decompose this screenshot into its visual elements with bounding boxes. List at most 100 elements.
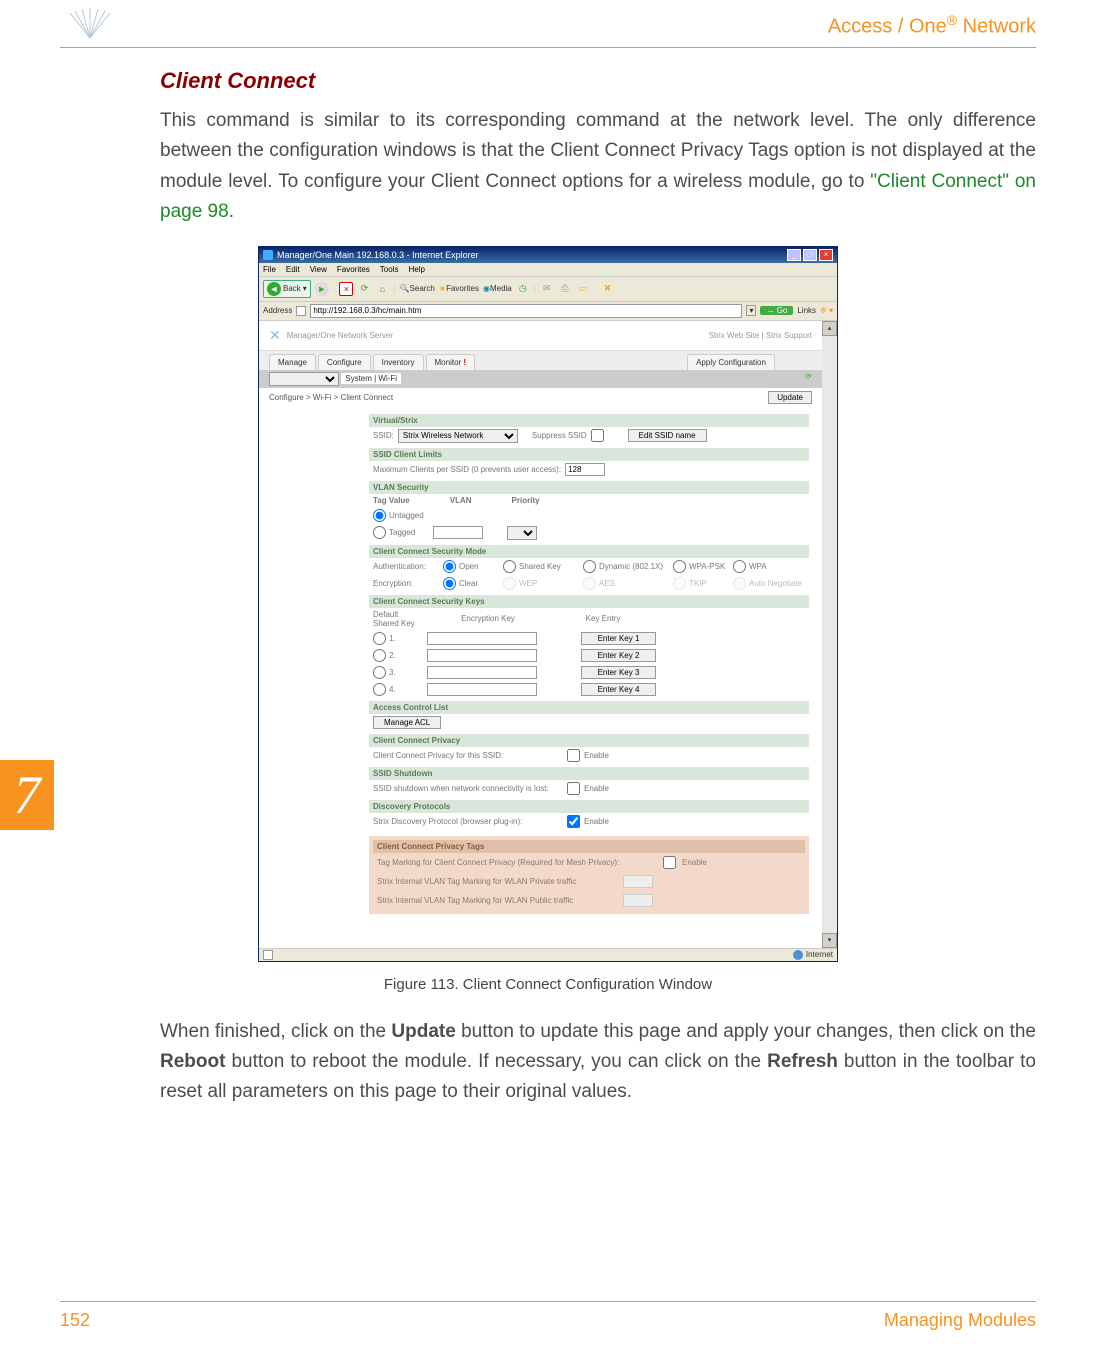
manage-acl-button[interactable]: Manage ACL bbox=[373, 716, 441, 729]
forward-button[interactable]: ► bbox=[315, 282, 329, 296]
chapter-tab-marker: 7 bbox=[0, 760, 54, 830]
footer-section-name: Managing Modules bbox=[884, 1310, 1036, 1331]
security-keys-header: Client Connect Security Keys bbox=[369, 595, 809, 608]
cc-privacy-header: Client Connect Privacy bbox=[369, 734, 809, 747]
search-button[interactable]: 🔍Search bbox=[400, 284, 435, 293]
vlan-tagged-radio[interactable] bbox=[373, 526, 386, 539]
favorites-button[interactable]: ★Favorites bbox=[439, 284, 479, 293]
vlan-untagged-radio[interactable] bbox=[373, 509, 386, 522]
figure-caption: Figure 113. Client Connect Configuration… bbox=[60, 976, 1036, 993]
key3-radio[interactable] bbox=[373, 666, 386, 679]
key2-input[interactable] bbox=[427, 649, 537, 662]
menu-view[interactable]: View bbox=[310, 265, 327, 274]
stop-button[interactable]: × bbox=[339, 282, 353, 296]
body-paragraph-1: This command is similar to its correspon… bbox=[160, 106, 1036, 228]
enc-clear-radio[interactable] bbox=[443, 577, 456, 590]
internet-zone-icon bbox=[793, 950, 803, 960]
security-mode-header: Client Connect Security Mode bbox=[369, 545, 809, 558]
scroll-up-arrow[interactable]: ▴ bbox=[822, 321, 837, 336]
ssid-shutdown-header: SSID Shutdown bbox=[369, 767, 809, 780]
go-button[interactable]: → Go bbox=[760, 306, 793, 315]
auth-wpapsk-radio[interactable] bbox=[673, 560, 686, 573]
print-icon[interactable]: ⎙ bbox=[558, 282, 572, 296]
address-dropdown[interactable]: ▾ bbox=[746, 305, 756, 316]
menu-edit[interactable]: Edit bbox=[286, 265, 300, 274]
window-titlebar: Manager/One Main 192.168.0.3 - Internet … bbox=[259, 247, 837, 263]
mail-icon[interactable]: ✉ bbox=[540, 282, 554, 296]
strix-links-icon[interactable]: ※ ▾ bbox=[820, 306, 833, 315]
header-links[interactable]: Strix Web Site | Strix Support bbox=[709, 331, 812, 340]
menu-file[interactable]: File bbox=[263, 265, 276, 274]
header-logo bbox=[60, 8, 120, 43]
refresh-page-icon[interactable]: ⟳ bbox=[805, 372, 812, 381]
edit-ssid-button[interactable]: Edit SSID name bbox=[628, 429, 707, 442]
ssid-shutdown-checkbox[interactable] bbox=[567, 782, 580, 795]
browser-toolbar: ◄Back ▾ ► · × ⟳ ⌂ | 🔍Search ★Favorites ◉… bbox=[259, 277, 837, 302]
priority-select[interactable] bbox=[507, 526, 537, 540]
scroll-down-arrow[interactable]: ▾ bbox=[822, 933, 837, 948]
enter-key1-button[interactable]: Enter Key 1 bbox=[581, 632, 656, 645]
home-icon[interactable]: ⌂ bbox=[375, 282, 389, 296]
vertical-scrollbar[interactable]: ▴ ▾ bbox=[822, 321, 837, 948]
maximize-button[interactable]: □ bbox=[803, 249, 817, 261]
enter-key4-button[interactable]: Enter Key 4 bbox=[581, 683, 656, 696]
tab-manage[interactable]: Manage bbox=[269, 354, 316, 370]
key1-input[interactable] bbox=[427, 632, 537, 645]
menu-favorites[interactable]: Favorites bbox=[337, 265, 370, 274]
refresh-icon[interactable]: ⟳ bbox=[357, 282, 371, 296]
auth-shared-radio[interactable] bbox=[503, 560, 516, 573]
scope-select[interactable] bbox=[269, 372, 339, 386]
enter-key3-button[interactable]: Enter Key 3 bbox=[581, 666, 656, 679]
edit-icon[interactable]: ▭ bbox=[576, 282, 590, 296]
address-bar: Address ▾ → Go Links ※ ▾ bbox=[259, 302, 837, 321]
menu-tools[interactable]: Tools bbox=[380, 265, 399, 274]
minimize-button[interactable]: _ bbox=[787, 249, 801, 261]
key3-input[interactable] bbox=[427, 666, 537, 679]
header-title: Access / One® Network bbox=[828, 12, 1036, 39]
page-footer: 152 Managing Modules bbox=[60, 1301, 1036, 1331]
cc-privacy-checkbox[interactable] bbox=[567, 749, 580, 762]
vlan-security-header: VLAN Security bbox=[369, 481, 809, 494]
history-icon[interactable]: ◷ bbox=[516, 282, 530, 296]
key4-radio[interactable] bbox=[373, 683, 386, 696]
enter-key2-button[interactable]: Enter Key 2 bbox=[581, 649, 656, 662]
enc-wep-radio bbox=[503, 577, 516, 590]
page-number: 152 bbox=[60, 1310, 90, 1331]
sub-system-wifi[interactable]: System | Wi-Fi bbox=[341, 373, 401, 384]
auth-open-radio[interactable] bbox=[443, 560, 456, 573]
menu-help[interactable]: Help bbox=[408, 265, 424, 274]
ie-icon bbox=[263, 250, 273, 260]
menu-bar: File Edit View Favorites Tools Help bbox=[259, 263, 837, 277]
app-logo-icon: ✕ bbox=[269, 327, 281, 344]
strix-logo-icon bbox=[60, 8, 120, 43]
sub-tabs: System | Wi-Fi ⟳ bbox=[259, 370, 822, 388]
suppress-ssid-checkbox[interactable] bbox=[591, 429, 604, 442]
discovery-checkbox[interactable] bbox=[567, 815, 580, 828]
tab-inventory[interactable]: Inventory bbox=[373, 354, 424, 370]
tab-configure[interactable]: Configure bbox=[318, 354, 371, 370]
enc-auto-radio bbox=[733, 577, 746, 590]
address-input[interactable] bbox=[310, 304, 742, 318]
priv-tag-enable-checkbox[interactable] bbox=[663, 856, 676, 869]
strix-icon[interactable]: ✕ bbox=[601, 282, 615, 296]
back-button[interactable]: ◄Back ▾ bbox=[263, 280, 311, 298]
apply-config-button[interactable]: Apply Configuration bbox=[687, 354, 775, 370]
screenshot-figure: Manager/One Main 192.168.0.3 - Internet … bbox=[258, 246, 838, 962]
vlan-input[interactable] bbox=[433, 526, 483, 539]
ssid-select[interactable]: Strix Wireless Network bbox=[398, 429, 518, 443]
section-heading: Client Connect bbox=[160, 68, 1036, 94]
close-button[interactable]: × bbox=[819, 249, 833, 261]
key4-input[interactable] bbox=[427, 683, 537, 696]
update-button[interactable]: Update bbox=[768, 391, 812, 404]
key2-radio[interactable] bbox=[373, 649, 386, 662]
key1-radio[interactable] bbox=[373, 632, 386, 645]
auth-dynamic-radio[interactable] bbox=[583, 560, 596, 573]
max-clients-input[interactable] bbox=[565, 463, 605, 476]
status-page-icon bbox=[263, 950, 273, 960]
links-button[interactable]: Links bbox=[797, 306, 816, 315]
discovery-header: Discovery Protocols bbox=[369, 800, 809, 813]
auth-wpa-radio[interactable] bbox=[733, 560, 746, 573]
tab-monitor[interactable]: Monitor bbox=[426, 354, 476, 370]
media-button[interactable]: ◉Media bbox=[483, 284, 512, 293]
body-paragraph-2: When finished, click on the Update butto… bbox=[160, 1017, 1036, 1108]
